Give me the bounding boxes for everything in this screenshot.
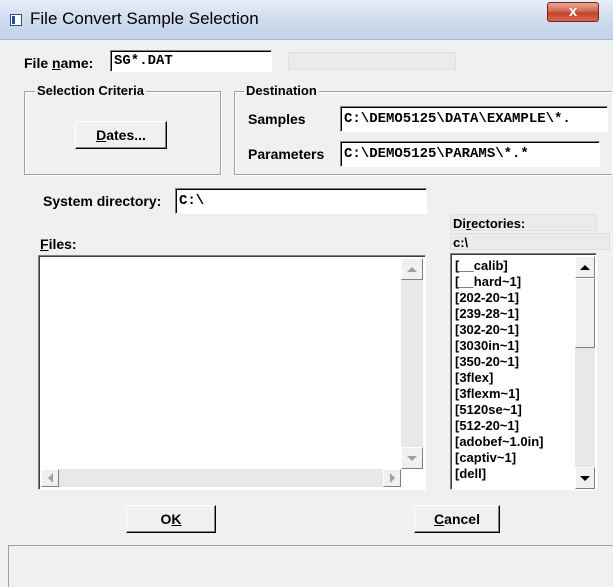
- ok-button[interactable]: OK: [126, 505, 216, 533]
- directory-item[interactable]: [dell]: [455, 466, 486, 481]
- down-arrow-icon: [580, 475, 590, 481]
- directories-scroll-up-button[interactable]: [575, 256, 595, 278]
- files-scroll-up-button[interactable]: [401, 258, 423, 280]
- directory-item[interactable]: [3030in~1]: [455, 338, 519, 353]
- selection-criteria-title: Selection Criteria: [35, 83, 146, 98]
- up-arrow-icon: [407, 266, 417, 272]
- directories-label: Directories:: [453, 216, 526, 231]
- files-label: Files:: [40, 236, 77, 252]
- status-bar: [8, 545, 613, 587]
- close-button[interactable]: x: [547, 2, 599, 22]
- files-scroll-right-button[interactable]: [383, 469, 401, 487]
- directory-item[interactable]: [__calib]: [455, 258, 508, 273]
- directory-item[interactable]: [3flex]: [455, 370, 493, 385]
- directories-scroll-thumb[interactable]: [575, 278, 595, 348]
- directory-item[interactable]: [adobef~1.0in]: [455, 434, 544, 449]
- samples-label: Samples: [248, 111, 306, 127]
- directory-item[interactable]: [239-28~1]: [455, 306, 519, 321]
- system-directory-label: System directory:: [43, 193, 162, 209]
- directories-items: [__calib] [__hard~1] [202-20~1] [239-28~1][…: [451, 258, 573, 488]
- directory-item[interactable]: [3flexm~1]: [455, 386, 520, 401]
- window-title: File Convert Sample Selection: [30, 9, 259, 28]
- directory-item[interactable]: [202-20~1]: [455, 290, 519, 305]
- filename-status-field: [288, 52, 456, 70]
- close-icon: x: [568, 3, 578, 20]
- filename-input[interactable]: SG*.DAT: [110, 50, 272, 72]
- current-directory: c:\: [453, 235, 469, 250]
- parameters-label: Parameters: [248, 146, 325, 162]
- system-directory-input[interactable]: C:\: [175, 188, 427, 214]
- files-scroll-left-button[interactable]: [41, 469, 59, 487]
- directory-item[interactable]: [302-20~1]: [455, 322, 519, 337]
- directory-item[interactable]: [350-20~1]: [455, 354, 519, 369]
- files-listbox[interactable]: [38, 255, 426, 490]
- directory-item[interactable]: [captiv~1]: [455, 450, 516, 465]
- up-arrow-icon: [580, 264, 590, 270]
- right-arrow-icon: [389, 473, 395, 483]
- cancel-button[interactable]: Cancel: [414, 505, 500, 533]
- files-horizontal-scrollbar[interactable]: [41, 469, 401, 487]
- samples-path-input[interactable]: C:\DEMO5125\DATA\EXAMPLE\*.: [340, 106, 608, 132]
- files-scroll-down-button[interactable]: [401, 447, 423, 469]
- dates-button[interactable]: Dates...: [75, 121, 167, 149]
- directory-item[interactable]: [512-20~1]: [455, 418, 519, 433]
- filename-label: File name:: [24, 55, 94, 71]
- left-arrow-icon: [47, 473, 53, 483]
- current-directory-bg: [450, 233, 610, 250]
- parameters-path-input[interactable]: C:\DEMO5125\PARAMS\*.*: [340, 141, 600, 167]
- destination-title: Destination: [244, 83, 319, 98]
- directories-listbox[interactable]: [__calib] [__hard~1] [202-20~1] [239-28~1][…: [450, 253, 597, 490]
- files-vertical-scrollbar[interactable]: [401, 258, 423, 469]
- directory-item[interactable]: [5120se~1]: [455, 402, 522, 417]
- directories-scroll-down-button[interactable]: [575, 467, 595, 489]
- directory-item[interactable]: [__hard~1]: [455, 274, 521, 289]
- down-arrow-icon: [407, 455, 417, 461]
- title-bar[interactable]: File Convert Sample Selection x: [0, 0, 613, 40]
- app-icon: [10, 14, 22, 26]
